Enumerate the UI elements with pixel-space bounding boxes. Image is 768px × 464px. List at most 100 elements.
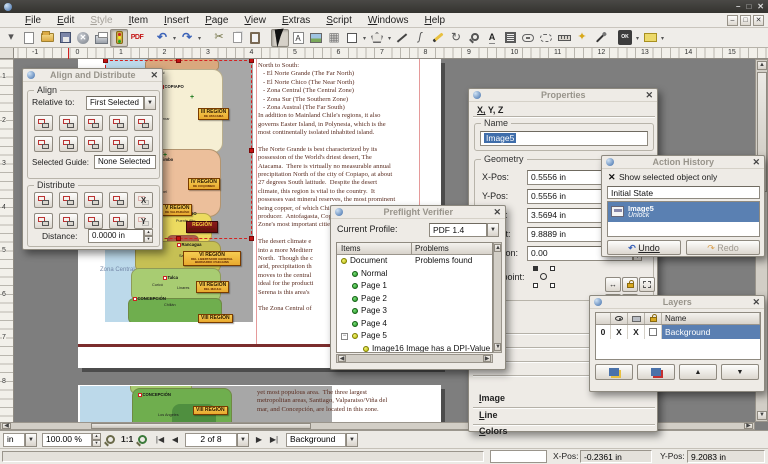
delete-layer-button[interactable] bbox=[637, 364, 675, 380]
chevron-down-icon[interactable]: ▼ bbox=[144, 96, 156, 110]
distribute-equal-x-button[interactable]: X bbox=[134, 192, 153, 208]
close-icon[interactable]: ✕ bbox=[752, 298, 760, 307]
previous-page-button[interactable]: ◀ bbox=[169, 433, 181, 446]
undo-button[interactable]: ↶ Undo bbox=[607, 240, 681, 255]
chevron-down-icon[interactable]: ▼ bbox=[487, 223, 499, 237]
preflight-row[interactable]: DocumentProblems found bbox=[337, 255, 492, 268]
link-text-frames-icon[interactable] bbox=[519, 29, 537, 47]
selection-handle[interactable] bbox=[249, 59, 254, 63]
export-pdf-icon[interactable]: PDF bbox=[128, 29, 146, 47]
profile-select[interactable]: PDF 1.4 bbox=[429, 223, 487, 237]
new-document-icon[interactable] bbox=[20, 29, 38, 47]
save-document-icon[interactable] bbox=[56, 29, 74, 47]
tab-colors[interactable]: Colors bbox=[479, 426, 508, 436]
menu-extras[interactable]: Extras bbox=[275, 15, 317, 26]
items-column-header[interactable]: Items bbox=[341, 244, 361, 253]
selection-handle[interactable] bbox=[249, 236, 254, 241]
collapse-icon[interactable]: − bbox=[341, 333, 348, 340]
align-center-v-button[interactable] bbox=[84, 136, 103, 152]
distribute-center-v-button[interactable] bbox=[59, 213, 78, 229]
checkbox-checked-icon[interactable]: ✕ bbox=[608, 172, 616, 183]
redo-icon[interactable]: ↷▾ bbox=[178, 29, 196, 47]
insert-table-icon[interactable]: ▦ bbox=[325, 29, 343, 47]
basepoint-selector[interactable] bbox=[533, 266, 555, 288]
distance-field[interactable]: 0.0000 in bbox=[88, 229, 144, 243]
print-document-icon[interactable] bbox=[92, 29, 110, 47]
horizontal-ruler[interactable]: -10123456789101112131415 bbox=[0, 48, 768, 59]
align-bottom-out-button[interactable] bbox=[134, 136, 153, 152]
unlink-text-frames-icon[interactable] bbox=[537, 29, 555, 47]
align-left-button[interactable] bbox=[59, 115, 78, 131]
preflight-row[interactable]: Page 2 bbox=[337, 293, 492, 306]
tab-image[interactable]: Image bbox=[479, 393, 505, 403]
distribute-center-h-button[interactable] bbox=[59, 192, 78, 208]
scroll-right-icon[interactable]: ▶ bbox=[744, 423, 753, 429]
align-left-out-button[interactable] bbox=[34, 115, 53, 131]
undo-icon[interactable]: ↶▾ bbox=[153, 29, 171, 47]
text-frame-page2[interactable]: yet most populous area. The three larges… bbox=[257, 389, 417, 414]
distribute-bottom-button[interactable] bbox=[84, 213, 103, 229]
menu-windows[interactable]: Windows bbox=[361, 15, 416, 26]
preflight-verifier-icon[interactable] bbox=[110, 29, 128, 47]
zoom-actual-button[interactable]: 1:1 bbox=[121, 433, 133, 446]
align-titlebar[interactable]: Align and Distribute ✕ bbox=[23, 69, 162, 82]
toolbar-overflow-icon[interactable]: ▾ bbox=[2, 29, 20, 47]
copy-icon[interactable] bbox=[228, 29, 246, 47]
preflight-titlebar[interactable]: Preflight Verifier ✕ bbox=[331, 206, 505, 219]
tab-xyz[interactable]: X, Y, Z bbox=[477, 105, 503, 115]
selection-handle[interactable] bbox=[249, 148, 254, 153]
layer-print-toggle[interactable]: X bbox=[628, 325, 645, 339]
open-document-icon[interactable] bbox=[38, 29, 56, 47]
lock-column-icon[interactable] bbox=[645, 313, 662, 324]
zoom-level-field[interactable]: 100.00 % bbox=[42, 433, 92, 447]
problems-column-header[interactable]: Problems bbox=[415, 244, 449, 253]
properties-titlebar[interactable]: Properties ✕ bbox=[469, 89, 657, 102]
layer-row-background[interactable]: 0 X X Background bbox=[596, 325, 760, 339]
print-column-icon[interactable] bbox=[628, 313, 645, 324]
selection-handle[interactable] bbox=[176, 59, 181, 63]
scroll-up-icon[interactable]: ▲ bbox=[757, 61, 767, 70]
chevron-down-icon[interactable]: ▾ bbox=[636, 35, 639, 42]
menu-file[interactable]: File bbox=[18, 15, 48, 26]
rotate-item-icon[interactable]: ↻ bbox=[447, 29, 465, 47]
menu-help[interactable]: Help bbox=[417, 15, 452, 26]
scroll-left-icon[interactable]: ◀ bbox=[2, 423, 11, 429]
chevron-down-icon[interactable]: ▾ bbox=[363, 35, 366, 42]
close-icon[interactable]: ✕ bbox=[645, 91, 653, 100]
zoom-out-icon[interactable] bbox=[106, 435, 115, 444]
maximize-icon[interactable]: □ bbox=[746, 3, 751, 11]
layer-lock-checkbox[interactable] bbox=[645, 325, 662, 339]
align-top-out-button[interactable] bbox=[34, 136, 53, 152]
distance-spinner[interactable]: ▲▼ bbox=[144, 229, 153, 243]
tab-line[interactable]: Line bbox=[479, 410, 498, 420]
redo-button[interactable]: ↷ Redo bbox=[686, 240, 760, 255]
first-page-button[interactable]: |◀ bbox=[153, 433, 167, 446]
distribute-gaps-v-button[interactable] bbox=[109, 213, 128, 229]
show-selected-label[interactable]: Show selected object only bbox=[619, 172, 717, 183]
close-icon[interactable]: ✕ bbox=[757, 3, 764, 11]
menu-style[interactable]: Style bbox=[83, 15, 119, 26]
insert-freehand-line-icon[interactable] bbox=[429, 29, 447, 47]
align-top-button[interactable] bbox=[59, 136, 78, 152]
state-field[interactable]: Initial State bbox=[607, 186, 760, 199]
preflight-row[interactable]: Image16 Image has a DPI-Value les bbox=[337, 343, 492, 354]
measurements-icon[interactable] bbox=[555, 29, 573, 47]
lower-layer-button[interactable]: ▼ bbox=[721, 364, 759, 380]
preflight-row[interactable]: Page 3 bbox=[337, 305, 492, 318]
cut-icon[interactable]: ✂ bbox=[210, 29, 228, 47]
preflight-row[interactable]: Page 1 bbox=[337, 280, 492, 293]
scroll-left-icon[interactable]: ◀ bbox=[338, 355, 346, 362]
preflight-row[interactable]: −Page 5 bbox=[337, 330, 492, 343]
mdi-restore-icon[interactable]: □ bbox=[740, 15, 751, 26]
add-layer-button[interactable] bbox=[595, 364, 633, 380]
chevron-down-icon[interactable]: ▼ bbox=[346, 433, 358, 447]
layers-titlebar[interactable]: Layers ✕ bbox=[590, 296, 764, 309]
paste-icon[interactable] bbox=[246, 29, 264, 47]
raise-layer-button[interactable]: ▲ bbox=[679, 364, 717, 380]
preflight-row[interactable]: Page 4 bbox=[337, 318, 492, 331]
edit-text-story-editor-icon[interactable] bbox=[501, 29, 519, 47]
chevron-down-icon[interactable]: ▾ bbox=[661, 35, 664, 42]
pdf-text-field-icon[interactable]: ▾ bbox=[641, 29, 659, 47]
scroll-up-icon[interactable]: ▲ bbox=[494, 244, 501, 252]
ruler-corner[interactable] bbox=[0, 48, 14, 59]
